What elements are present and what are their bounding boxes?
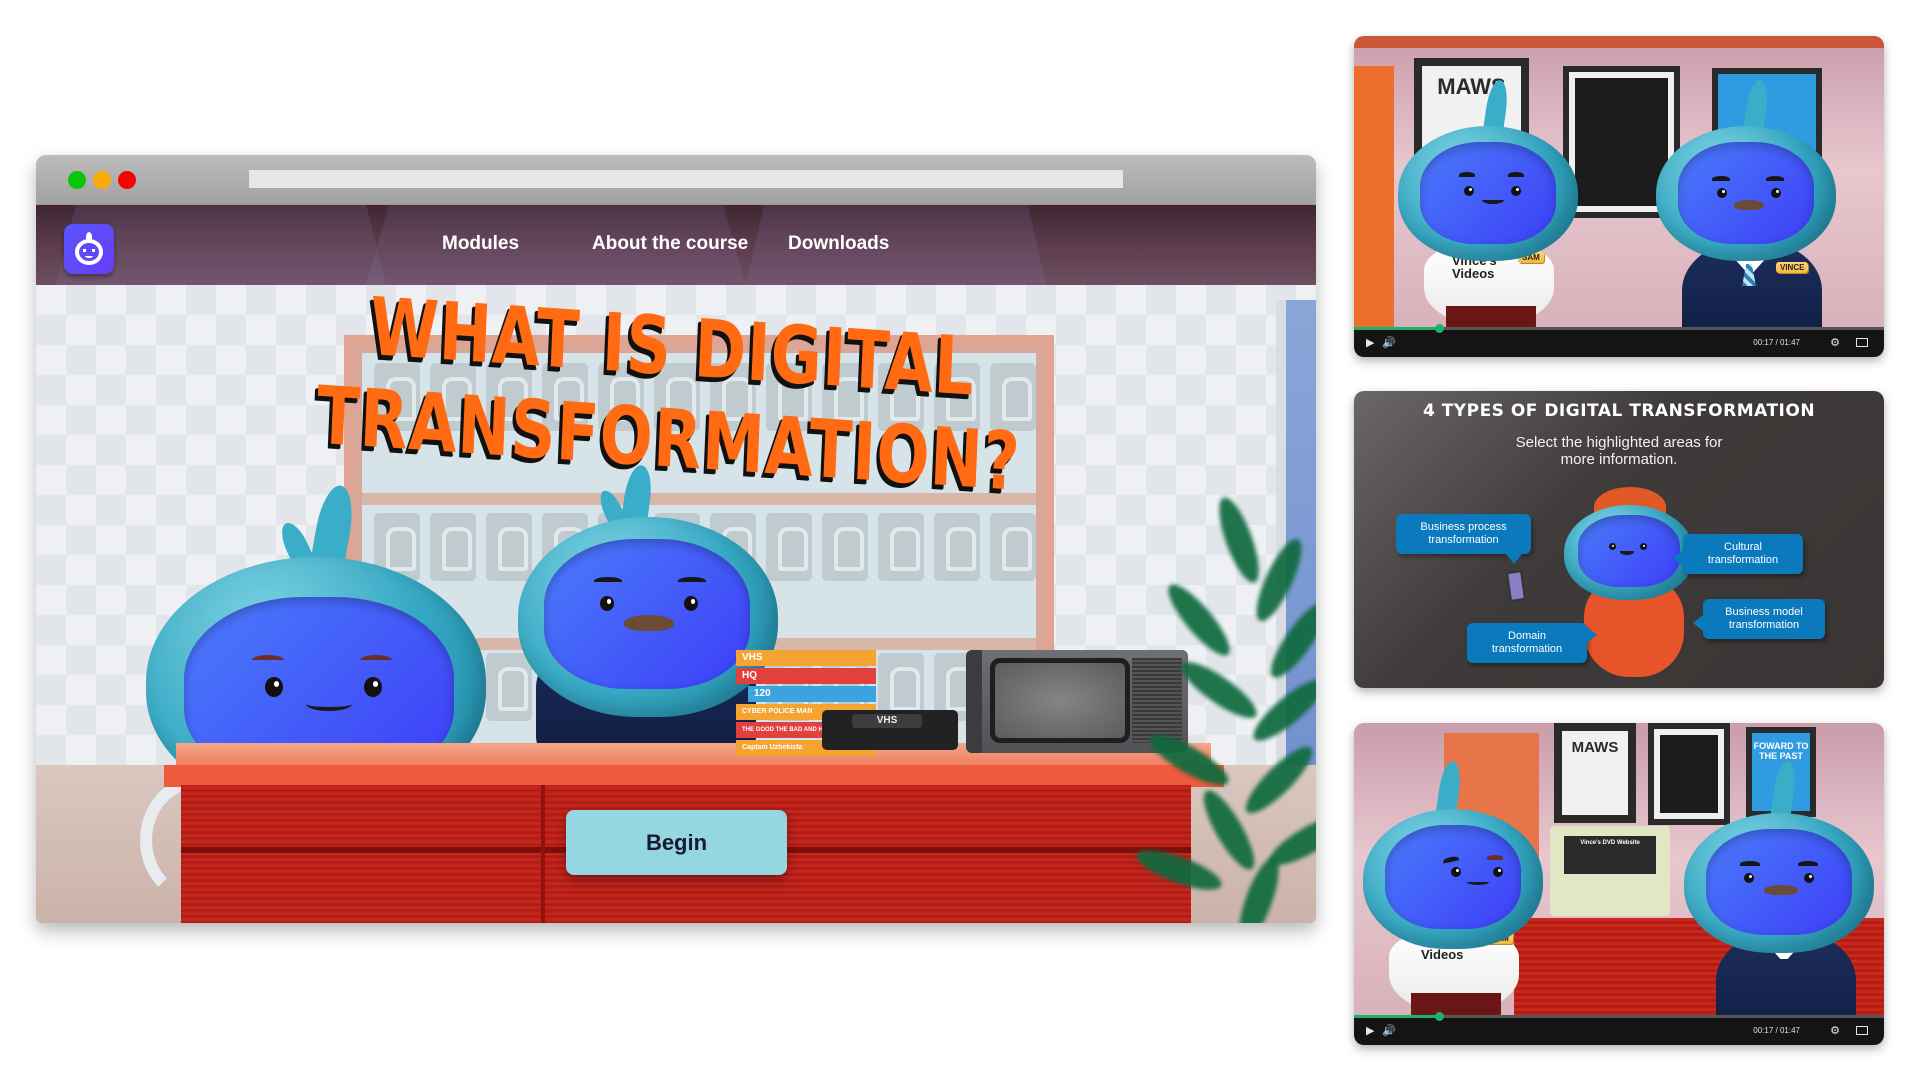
play-icon[interactable]: ▶ [1366,1024,1374,1038]
video-2-scene[interactable]: MAWS FOWARD TO THE PAST Vince's DVD Webs… [1354,723,1884,1041]
logo-smile [85,254,93,258]
shelf-tape [878,513,924,581]
video-2-controls: ▶ 🔊 00:17 / 01:47 ⚙ [1354,1012,1884,1045]
vhs-tape: HQ [736,668,876,684]
minimize-button[interactable] [93,171,111,189]
shirt-text-line2: Videos [1452,266,1495,281]
plant-leaf [1174,653,1264,727]
shelf-tape [822,513,868,581]
video-time: 00:17 / 01:47 [1753,1026,1800,1035]
character-sam: Vince's Videos SAM [1359,753,1549,1033]
progress-fill [1354,327,1439,330]
callout-business-process[interactable]: Business process transformation [1396,514,1531,564]
video-panel-1: MAWS Vince's Videos SAM VINC [1354,36,1884,357]
begin-button[interactable]: Begin [566,810,787,875]
settings-gear-icon[interactable]: ⚙ [1830,336,1840,350]
info-subtitle-line1: Select the highlighted areas for [1515,434,1723,451]
retro-computer: Vince's DVD Website [1550,826,1670,916]
plant-leaf [1237,738,1316,822]
shelf-tape [934,513,980,581]
progress-bar[interactable] [1354,1012,1884,1021]
progress-bar[interactable] [1354,324,1884,333]
vhs-tape: 120 [748,686,876,702]
settings-gear-icon[interactable]: ⚙ [1830,1024,1840,1038]
home-logo-button[interactable] [64,224,114,274]
info-subtitle: Select the highlighted areas for more in… [1354,434,1884,468]
info-subtitle-line2: more information. [1560,451,1678,468]
nav-link-about-the-course[interactable]: About the course [592,233,748,255]
vhs-tape: VHS [736,650,876,666]
fullscreen-icon[interactable] [1856,1026,1868,1035]
vcr-player: VHS [822,710,958,750]
fullscreen-icon[interactable] [1856,338,1868,347]
poster-title: MAWS [1571,739,1619,756]
character-vince [1674,753,1884,1041]
plant-leaf [1160,577,1238,663]
nav-link-modules[interactable]: Modules [442,233,519,255]
volume-icon[interactable]: 🔊 [1382,1024,1396,1038]
address-bar[interactable] [249,170,1123,188]
character-vince: VINCE [1654,76,1854,351]
shelf-tape [990,513,1036,581]
character-sam: Vince's Videos SAM [1394,76,1584,346]
robot-face-logo-icon [75,239,103,265]
counter-lip [164,765,1224,787]
shirt-text-line2: Videos [1421,947,1464,962]
logo-eyes [83,249,95,252]
course-landing-scene: Modules About the course Downloads WHAT … [36,205,1316,923]
progress-knob[interactable] [1434,324,1444,333]
progress-knob[interactable] [1434,1012,1444,1021]
plant-leaf [1132,842,1226,898]
tv-screen [990,658,1130,743]
video-1-scene[interactable]: MAWS Vince's Videos SAM VINC [1354,36,1884,351]
callout-cultural[interactable]: Cultural transformation [1673,534,1803,574]
play-icon[interactable]: ▶ [1366,336,1374,350]
vcr-label: VHS [852,714,922,728]
video-1-controls: ▶ 🔊 00:17 / 01:47 ⚙ [1354,324,1884,357]
plant-decoration [1132,493,1316,923]
plant-leaf [1211,493,1267,587]
progress-fill [1354,1015,1439,1018]
vince-name-badge: VINCE [1776,262,1809,273]
close-button[interactable] [118,171,136,189]
callout-domain[interactable]: Domain transformation [1467,623,1597,663]
video-panel-2: MAWS FOWARD TO THE PAST Vince's DVD Webs… [1354,723,1884,1045]
browser-titlebar [36,155,1316,205]
video-time: 00:17 / 01:47 [1753,338,1800,347]
maximize-button[interactable] [68,171,86,189]
info-panel-types: 4 TYPES OF DIGITAL TRANSFORMATION Select… [1354,391,1884,688]
plant-leaf [1248,533,1310,627]
computer-screen: Vince's DVD Website [1564,836,1656,874]
plant-leaf [1143,726,1235,794]
volume-icon[interactable]: 🔊 [1382,336,1396,350]
info-title: 4 TYPES OF DIGITAL TRANSFORMATION [1422,401,1816,421]
callout-business-model[interactable]: Business model transformation [1693,599,1825,639]
nav-link-downloads[interactable]: Downloads [788,233,889,255]
browser-window: Modules About the course Downloads WHAT … [36,155,1316,923]
